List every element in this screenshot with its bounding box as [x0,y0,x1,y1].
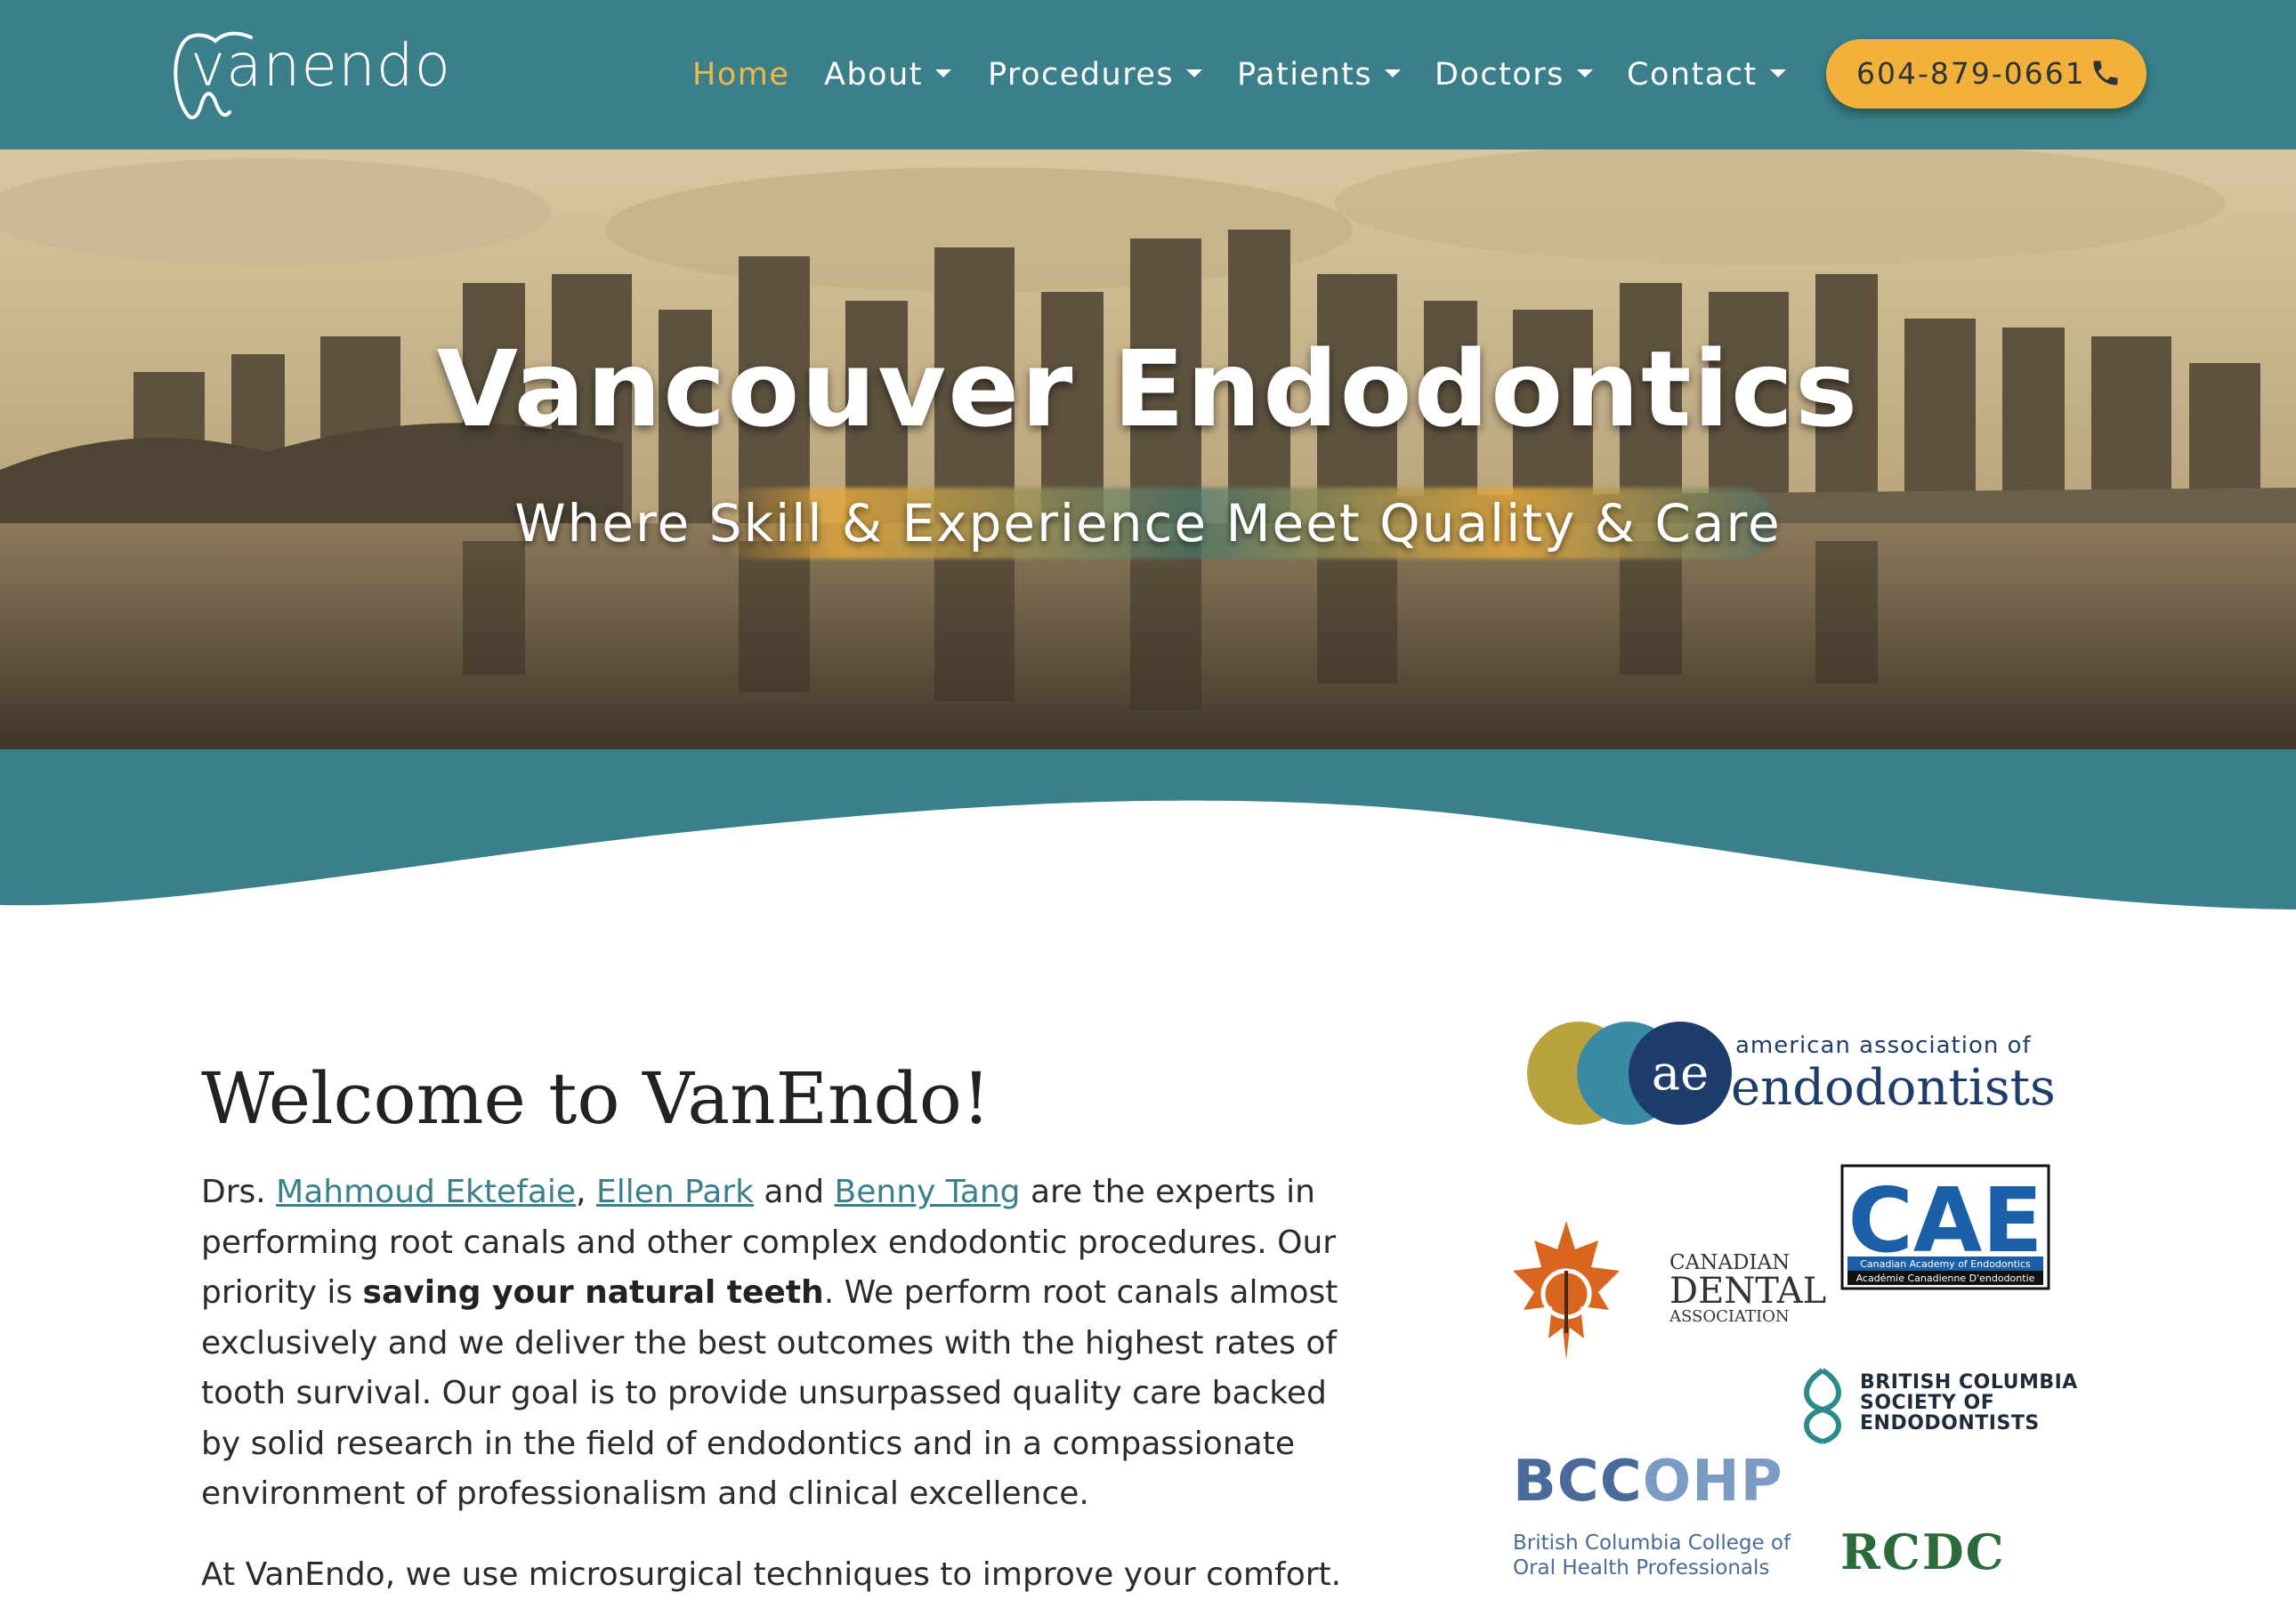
bcse-text: BRITISH COLUMBIA SOCIETY OF ENDODONTISTS [1860,1372,2078,1434]
nav-procedures[interactable]: Procedures [988,46,1203,103]
para2-brand: VanEndo [245,1556,385,1593]
logo-wordmark[interactable]: vanendo [190,30,451,101]
doctor-link-ektefaie[interactable]: Mahmoud Ektefaie [276,1174,576,1210]
phone-button[interactable]: 604-879-0661 [1826,39,2146,109]
intro-bold: saving your natural teeth [362,1274,824,1311]
cae-logo-icon[interactable]: CAE Canadian Academy of Endodontics Acad… [1840,1164,2050,1290]
hero-subtitle: Where Skill & Experience Meet Quality & … [514,493,1782,554]
aae-line1: american association of [1735,1032,2032,1059]
intro-paragraph: Drs. Mahmoud Ektefaie, Ellen Park and Be… [201,1168,1358,1520]
phone-icon [2093,61,2118,85]
caret-down-icon [1576,69,1593,77]
bcse-line1: BRITISH COLUMBIA [1860,1371,2078,1394]
rcdc-logo[interactable]: RCDC [1840,1523,2006,1580]
hero-banner: Vancouver Endodontics Where Skill & Expe… [0,149,2296,751]
bcse-line3: ENDODONTISTS [1860,1412,2040,1434]
nav-about[interactable]: About [824,46,951,103]
separator: , [576,1174,596,1210]
bccohp-subtitle: British Columbia College of Oral Health … [1513,1531,1791,1580]
nav-doctors[interactable]: Doctors [1435,46,1593,103]
nav-contact-label: Contact [1627,57,1758,93]
wave-divider [0,749,2296,909]
doctor-link-tang[interactable]: Benny Tang [835,1174,1021,1210]
para2-prefix: At [201,1556,246,1593]
nav-patients-label: Patients [1237,57,1373,93]
nav-procedures-label: Procedures [988,57,1175,93]
phone-number: 604-879-0661 [1856,56,2086,91]
site-header: vanendo Home About Procedures Patients D… [0,0,2296,149]
nav-patients[interactable]: Patients [1237,46,1402,103]
maple-leaf-icon[interactable] [1509,1217,1623,1370]
cda-text: CANADIAN DENTAL ASSOCIATION [1669,1253,1827,1325]
welcome-heading: Welcome to VanEndo! [201,1057,991,1140]
bcse-logo-icon[interactable] [1789,1365,1856,1445]
doctor-link-park[interactable]: Ellen Park [596,1174,754,1210]
para2-rest: , we use microsurgical techniques to imp… [384,1556,1342,1593]
cae-line1: Canadian Academy of Endodontics [1860,1258,2031,1270]
bccohp-line2: Oral Health Professionals [1513,1556,1770,1580]
bccohp-ohp: OHP [1642,1449,1783,1515]
separator: and [753,1174,835,1210]
caret-down-icon [934,69,951,77]
vancouver-skyline-image [0,149,2296,751]
nav-about-label: About [824,57,923,93]
aae-mark: ae [1652,1045,1709,1101]
cae-line2: Académie Canadienne D'endodontie [1856,1273,2035,1284]
aae-logo-icon[interactable]: ae [1524,1018,1737,1128]
caret-down-icon [1186,69,1203,77]
nav-home[interactable]: Home [692,46,789,103]
nav-contact[interactable]: Contact [1627,46,1786,103]
bccohp-line1: British Columbia College of [1513,1531,1791,1555]
cda-line2: DENTAL [1669,1271,1827,1312]
intro-prefix: Drs. [201,1174,277,1210]
aae-line2: endodontists [1731,1059,2056,1117]
bccohp-logo[interactable]: BCCOHP [1513,1451,1783,1513]
caret-down-icon [1385,69,1402,77]
bcse-line2: SOCIETY OF [1860,1392,1995,1414]
second-paragraph: At VanEndo, we use microsurgical techniq… [201,1550,1358,1600]
caret-down-icon [1769,69,1786,77]
bccohp-bc: BCC [1513,1449,1643,1515]
hero-title: Vancouver Endodontics [436,327,1860,450]
nav-doctors-label: Doctors [1435,57,1564,93]
